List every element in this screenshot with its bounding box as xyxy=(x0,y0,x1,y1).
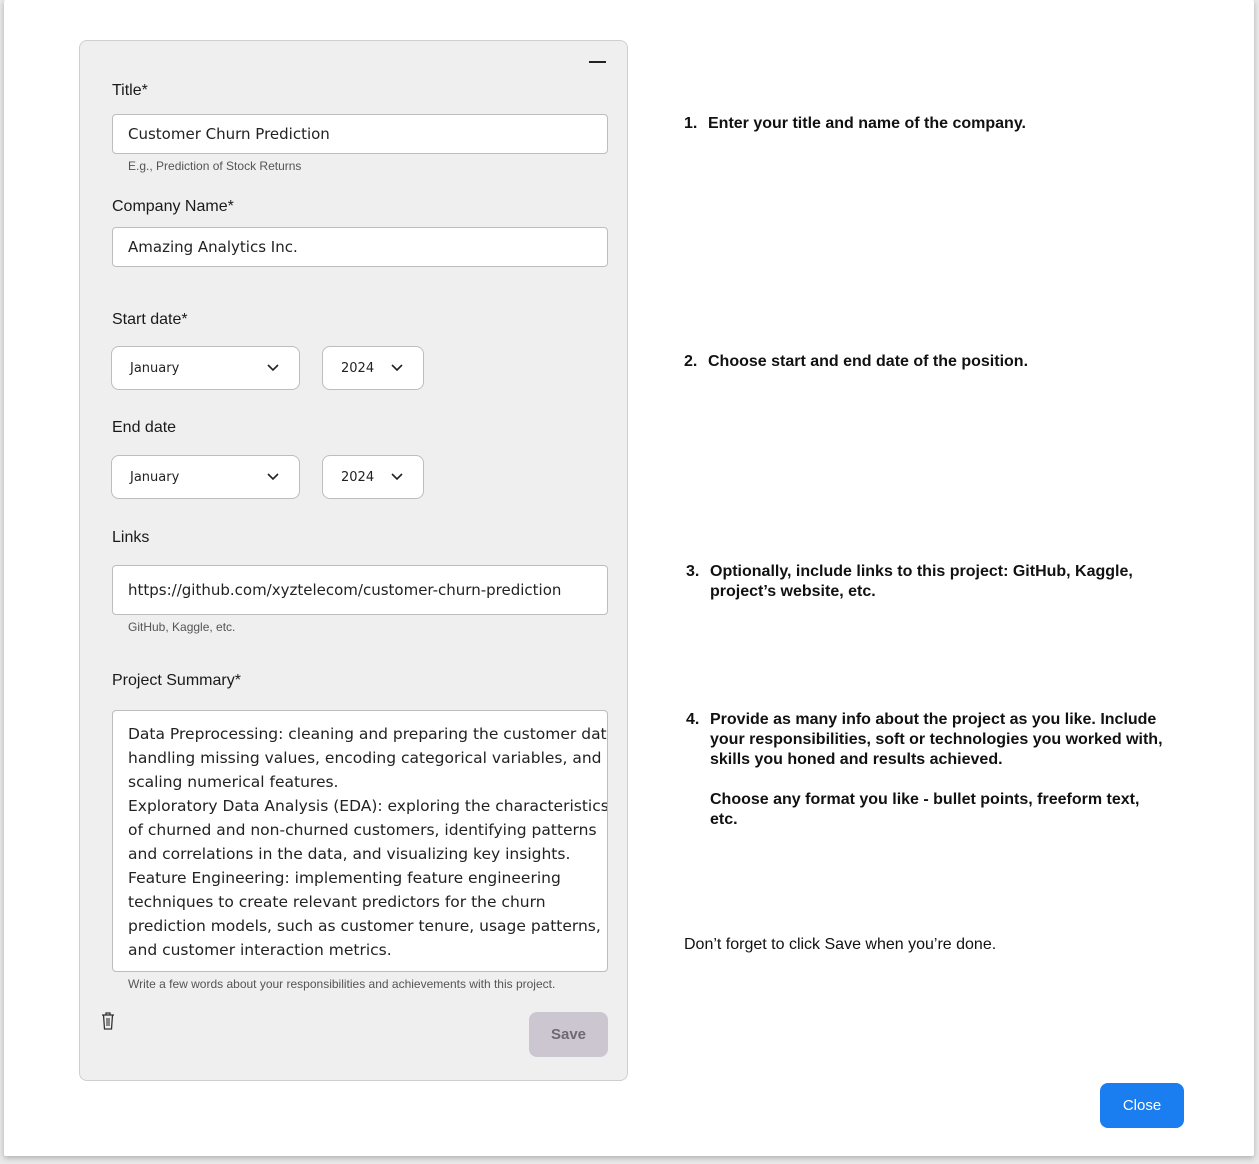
summary-line: Feature Engineering: implementing featur… xyxy=(128,869,561,887)
summary-line: scaling numerical features. xyxy=(128,773,339,791)
chevron-down-icon xyxy=(267,364,279,372)
links-input-value: https://github.com/xyztelecom/customer-c… xyxy=(128,581,562,599)
summary-textarea[interactable]: Data Preprocessing: cleaning and prepari… xyxy=(112,710,608,972)
title-helper-text: E.g., Prediction of Stock Returns xyxy=(128,159,302,173)
collapse-button[interactable] xyxy=(585,56,609,68)
instruction-line: skills you honed and results achieved. xyxy=(710,751,1003,768)
start-month-value: January xyxy=(130,360,180,376)
summary-line: Exploratory Data Analysis (EDA): explori… xyxy=(128,797,608,815)
project-form-card: Title* Customer Churn Prediction E.g., P… xyxy=(79,40,628,1081)
minus-icon xyxy=(588,61,606,63)
instruction-number: 3. xyxy=(686,563,700,580)
start-date-label: Start date* xyxy=(112,311,188,328)
summary-line: techniques to create relevant predictors… xyxy=(128,893,546,911)
trash-icon[interactable] xyxy=(100,1011,116,1031)
instruction-line: your responsibilities, soft or technolog… xyxy=(710,731,1163,748)
instruction-3: 3. Optionally, include links to this pro… xyxy=(684,562,1133,602)
close-button[interactable]: Close xyxy=(1100,1083,1184,1128)
chevron-down-icon xyxy=(391,364,403,372)
instruction-number: 2. xyxy=(684,353,698,370)
instruction-line: etc. xyxy=(710,811,738,828)
instruction-number: 1. xyxy=(684,115,698,132)
instruction-2: 2. Choose start and end date of the posi… xyxy=(684,352,1028,372)
summary-helper-text: Write a few words about your responsibil… xyxy=(128,977,556,991)
save-reminder: Don’t forget to click Save when you’re d… xyxy=(684,936,997,953)
summary-line: of churned and non-churned customers, id… xyxy=(128,821,597,839)
start-year-select[interactable]: 2024 xyxy=(322,346,424,390)
start-year-value: 2024 xyxy=(341,360,375,376)
instruction-line: Choose start and end date of the positio… xyxy=(708,353,1029,370)
instruction-line: project’s website, etc. xyxy=(710,583,876,600)
end-year-value: 2024 xyxy=(341,469,375,485)
end-month-value: January xyxy=(130,469,180,485)
links-input[interactable]: https://github.com/xyztelecom/customer-c… xyxy=(112,565,608,615)
summary-line: handling missing values, encoding catego… xyxy=(128,749,602,767)
company-input[interactable]: Amazing Analytics Inc. xyxy=(112,227,608,267)
instruction-1: 1. Enter your title and name of the comp… xyxy=(684,114,1026,134)
start-month-select[interactable]: January xyxy=(111,346,300,390)
company-label: Company Name* xyxy=(112,198,234,215)
title-input-value: Customer Churn Prediction xyxy=(128,125,330,143)
instruction-line: Provide as many info about the project a… xyxy=(710,711,1157,728)
summary-line: prediction models, such as customer tenu… xyxy=(128,917,601,935)
summary-label: Project Summary* xyxy=(112,672,241,689)
title-label: Title* xyxy=(112,82,148,99)
links-helper-text: GitHub, Kaggle, etc. xyxy=(128,620,236,634)
summary-line: and customer interaction metrics. xyxy=(128,941,392,959)
chevron-down-icon xyxy=(391,473,403,481)
instruction-line: Optionally, include links to this projec… xyxy=(710,563,1133,580)
links-label: Links xyxy=(112,529,150,546)
instruction-number: 4. xyxy=(686,711,700,728)
end-month-select[interactable]: January xyxy=(111,455,300,499)
title-input[interactable]: Customer Churn Prediction xyxy=(112,114,608,154)
end-year-select[interactable]: 2024 xyxy=(322,455,424,499)
save-button[interactable]: Save xyxy=(529,1012,608,1057)
company-input-value: Amazing Analytics Inc. xyxy=(128,238,298,256)
instruction-line: Enter your title and name of the company… xyxy=(708,115,1026,132)
project-dialog: Title* Customer Churn Prediction E.g., P… xyxy=(4,0,1254,1156)
chevron-down-icon xyxy=(267,473,279,481)
instruction-4: 4. Provide as many info about the projec… xyxy=(684,710,1163,830)
summary-line: Data Preprocessing: cleaning and prepari… xyxy=(128,725,608,743)
instruction-line: Choose any format you like - bullet poin… xyxy=(710,791,1140,808)
end-date-label: End date xyxy=(112,419,177,436)
summary-line: and correlations in the data, and visual… xyxy=(128,845,571,863)
